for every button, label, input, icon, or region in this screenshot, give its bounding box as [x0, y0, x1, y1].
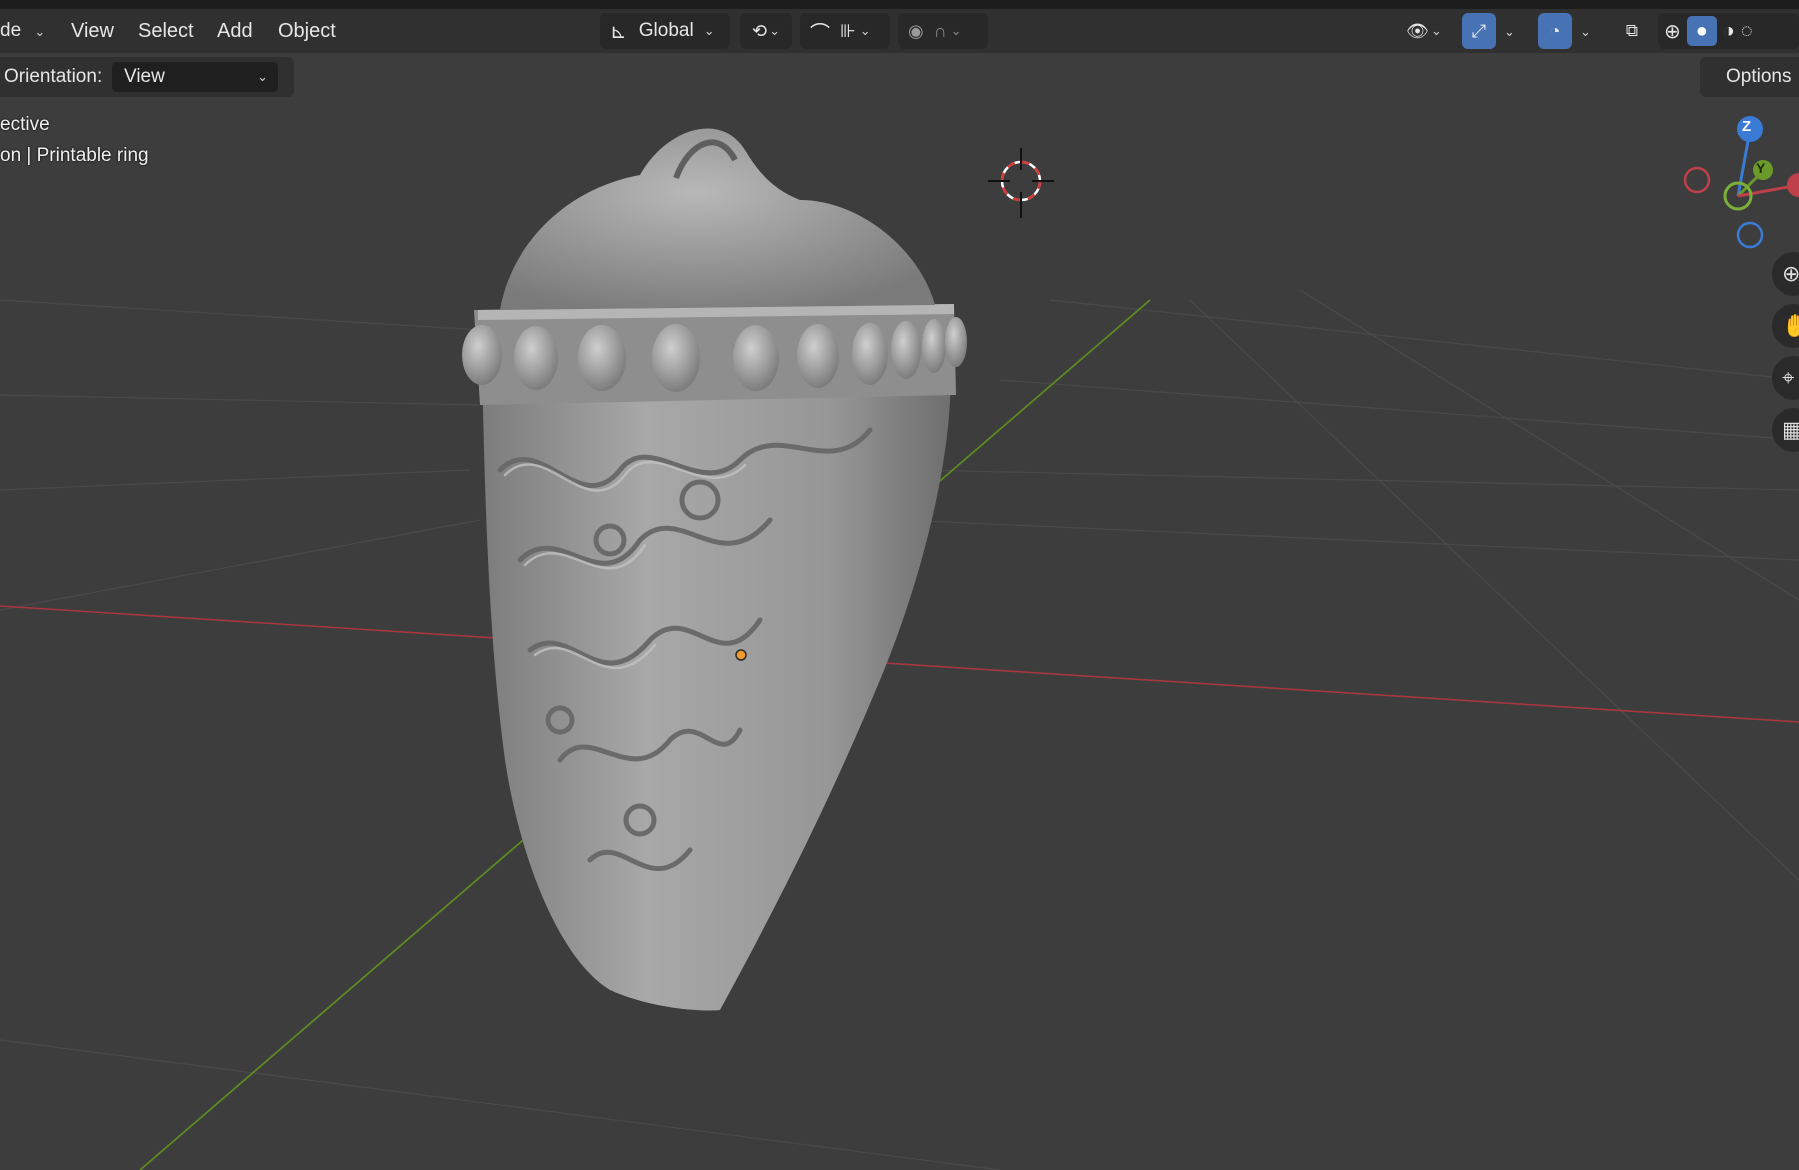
tool-settings-bar: Orientation: View ⌄ Options [0, 53, 1799, 99]
gizmo-z-label[interactable]: Z [1742, 118, 1751, 135]
falloff-curve-icon[interactable]: ∩ [934, 21, 947, 42]
chevron-down-icon: ⌄ [1430, 23, 1442, 38]
rendered-shading-icon[interactable]: ◌ [1741, 20, 1753, 43]
gizmo-options-dropdown[interactable]: ⌄ [1504, 13, 1515, 49]
snap-increment-icon[interactable]: ⊪ [840, 21, 856, 42]
gizmo-neg-z [1736, 221, 1764, 249]
menu-add[interactable]: Add [211, 13, 259, 49]
wireframe-shading-icon[interactable]: ⊕ [1664, 19, 1681, 44]
top-strip [0, 0, 1799, 9]
ring-bezel [482, 340, 951, 1011]
menu-object[interactable]: Object [272, 13, 342, 49]
transform-orientation-dropdown[interactable]: ⊾ Global ⌄ [600, 13, 730, 49]
orientation-label: Orientation: [4, 66, 103, 87]
pivot-icon: ⟲ [752, 20, 768, 41]
visibility-dropdown[interactable]: 👁 ⌄ [1398, 13, 1450, 49]
gizmo-x [1787, 173, 1799, 197]
chevron-down-icon: ⌄ [769, 23, 780, 38]
gizmo-toggle-button[interactable]: ⤢ [1462, 13, 1496, 49]
3d-cursor-icon [988, 148, 1054, 218]
object-info-label: on | Printable ring [0, 145, 149, 166]
solid-shading-icon[interactable]: ● [1686, 16, 1717, 46]
transform-orientation-label: Global [638, 20, 694, 41]
view-name-label: ective [0, 114, 50, 135]
options-button[interactable]: Options [1700, 57, 1799, 97]
viewport-3d[interactable] [0, 0, 1799, 1170]
snap-toggle-icon[interactable]: ⌒ [810, 17, 830, 46]
chevron-down-icon: ⌄ [257, 69, 268, 84]
orientation-panel: Orientation: View ⌄ [0, 57, 294, 97]
chevron-down-icon: ⌄ [34, 24, 46, 39]
pivot-point-dropdown[interactable]: ⟲ ⌄ [740, 13, 792, 49]
chevron-down-icon[interactable]: ⌄ [860, 23, 871, 39]
gizmo-arrows-icon: ⤢ [1471, 20, 1487, 41]
viewport-header: de ⌄ View Select Add Object ⊾ Global ⌄ ⟲… [0, 9, 1799, 53]
proportional-edit-icon[interactable]: ◉ [908, 21, 924, 42]
overlays-toggle-button[interactable]: ◔ [1538, 13, 1572, 49]
gizmo-y-label[interactable]: Y [1756, 160, 1765, 176]
transform-axes-icon: ⊾ [610, 20, 627, 43]
xray-toggle-button[interactable]: ⧉ [1616, 13, 1648, 49]
overlays-icon: ◔ [1549, 20, 1561, 41]
snap-group: ⌒ ⊪ ⌄ [800, 13, 890, 49]
eye-icon: 👁 [1406, 20, 1429, 41]
navigation-gizmo [1683, 116, 1799, 249]
mode-dropdown[interactable]: de ⌄ [0, 13, 45, 49]
chevron-down-icon: ⌄ [703, 23, 715, 38]
shading-modes: ⊕ ● ◑ ◌ [1658, 13, 1799, 49]
xray-icon: ⧉ [1625, 21, 1639, 40]
proportional-edit-group: ◉ ∩ ⌄ [898, 13, 988, 49]
ring-top [500, 128, 935, 310]
overlays-options-dropdown[interactable]: ⌄ [1580, 13, 1591, 49]
mode-label: de [0, 20, 22, 41]
menu-select[interactable]: Select [132, 13, 200, 49]
material-shading-icon[interactable]: ◑ [1723, 20, 1735, 43]
orientation-select[interactable]: View ⌄ [112, 62, 278, 92]
gizmo-neg-x [1683, 166, 1711, 194]
menu-view[interactable]: View [65, 13, 120, 49]
object-origin [735, 649, 747, 661]
orientation-value: View [124, 66, 165, 87]
chevron-down-icon[interactable]: ⌄ [951, 23, 962, 39]
